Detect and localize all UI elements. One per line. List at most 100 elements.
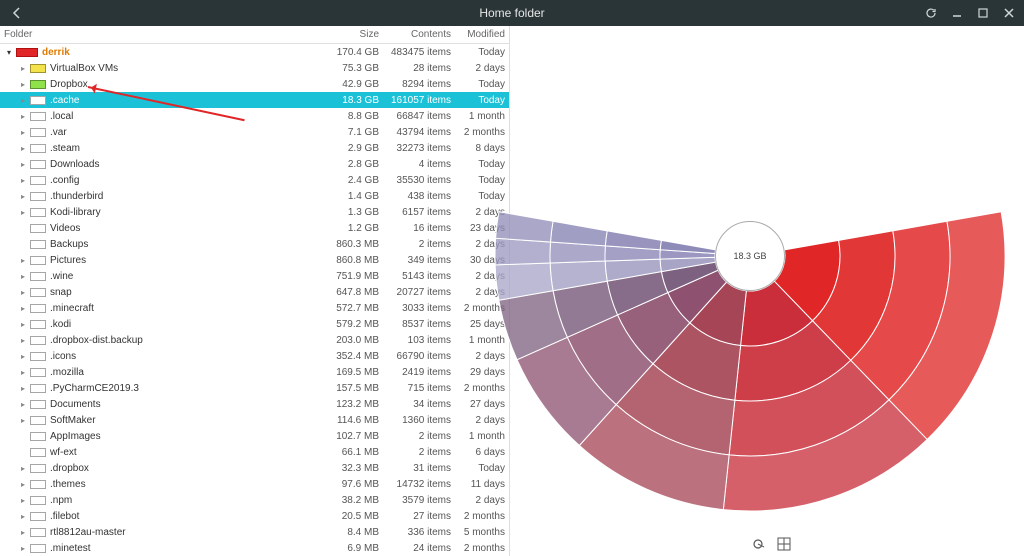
tree-row[interactable]: AppImages102.7 MB2 items1 month bbox=[0, 428, 509, 444]
tree-row[interactable]: ▸.var7.1 GB43794 items2 months bbox=[0, 124, 509, 140]
expander-icon[interactable] bbox=[18, 447, 28, 457]
tree-row[interactable]: ▸.wine751.9 MB5143 items2 days bbox=[0, 268, 509, 284]
sunburst-segment[interactable] bbox=[605, 231, 661, 250]
expander-icon[interactable]: ▸ bbox=[18, 127, 28, 137]
expander-icon[interactable]: ▸ bbox=[18, 271, 28, 281]
expander-icon[interactable]: ▸ bbox=[18, 527, 28, 537]
tree-row[interactable]: ▸.config2.4 GB35530 itemsToday bbox=[0, 172, 509, 188]
columns-header[interactable]: Folder Size Contents Modified bbox=[0, 26, 509, 44]
color-swatch bbox=[30, 304, 46, 313]
tree-row[interactable]: ▸.dropbox32.3 MB31 itemsToday bbox=[0, 460, 509, 476]
tree-row[interactable]: ▸.thunderbird1.4 GB438 itemsToday bbox=[0, 188, 509, 204]
folder-size: 6.9 MB bbox=[327, 543, 385, 554]
col-folder-header[interactable]: Folder bbox=[0, 29, 327, 40]
color-swatch bbox=[30, 368, 46, 377]
folder-contents: 2 items bbox=[385, 239, 457, 250]
expander-icon[interactable]: ▸ bbox=[18, 255, 28, 265]
tree-row[interactable]: ▸rtl8812au-master8.4 MB336 items5 months bbox=[0, 524, 509, 540]
expander-icon[interactable]: ▸ bbox=[18, 111, 28, 121]
folder-contents: 2 items bbox=[385, 431, 457, 442]
folder-name: .wine bbox=[50, 271, 327, 282]
tree-row[interactable]: ▸Kodi-library1.3 GB6157 items2 days bbox=[0, 204, 509, 220]
expander-icon[interactable]: ▸ bbox=[18, 207, 28, 217]
tree-row[interactable]: ▸SoftMaker114.6 MB1360 items2 days bbox=[0, 412, 509, 428]
folder-tree-pane: Folder Size Contents Modified ▾ derrik 1… bbox=[0, 26, 510, 556]
treemap-chart-icon[interactable] bbox=[776, 536, 792, 552]
folder-size: 157.5 MB bbox=[327, 383, 385, 394]
folder-size: 1.4 GB bbox=[327, 191, 385, 202]
tree-row[interactable]: ▸.cache18.3 GB161057 itemsToday bbox=[0, 92, 509, 108]
expander-icon[interactable]: ▸ bbox=[18, 159, 28, 169]
tree-row[interactable]: Videos1.2 GB16 items23 days bbox=[0, 220, 509, 236]
tree-row[interactable]: ▸Downloads2.8 GB4 itemsToday bbox=[0, 156, 509, 172]
expander-icon[interactable]: ▸ bbox=[18, 175, 28, 185]
back-button[interactable] bbox=[8, 4, 26, 22]
tree-row[interactable]: ▸VirtualBox VMs75.3 GB28 items2 days bbox=[0, 60, 509, 76]
expander-icon[interactable]: ▸ bbox=[18, 95, 28, 105]
folder-size: 8.8 GB bbox=[327, 111, 385, 122]
expander-icon[interactable]: ▸ bbox=[18, 399, 28, 409]
folder-contents: 1360 items bbox=[385, 415, 457, 426]
expander-icon[interactable] bbox=[18, 239, 28, 249]
expander-icon[interactable] bbox=[18, 223, 28, 233]
sunburst-segment[interactable] bbox=[495, 238, 550, 265]
tree-row[interactable]: ▸.steam2.9 GB32273 items8 days bbox=[0, 140, 509, 156]
expander-icon[interactable]: ▸ bbox=[18, 495, 28, 505]
folder-size: 38.2 MB bbox=[327, 495, 385, 506]
color-swatch bbox=[30, 416, 46, 425]
tree-row[interactable]: ▸Dropbox42.9 GB8294 itemsToday bbox=[0, 76, 509, 92]
tree-row[interactable]: Backups860.3 MB2 items2 days bbox=[0, 236, 509, 252]
tree-row[interactable]: ▸.kodi579.2 MB8537 items25 days bbox=[0, 316, 509, 332]
tree-row[interactable]: ▸.themes97.6 MB14732 items11 days bbox=[0, 476, 509, 492]
expander-icon[interactable]: ▸ bbox=[18, 335, 28, 345]
tree-row[interactable]: wf-ext66.1 MB2 items6 days bbox=[0, 444, 509, 460]
expander-icon[interactable]: ▸ bbox=[18, 63, 28, 73]
col-contents-header[interactable]: Contents bbox=[385, 29, 457, 40]
expander-icon[interactable]: ▸ bbox=[18, 287, 28, 297]
col-size-header[interactable]: Size bbox=[327, 29, 385, 40]
expander-icon[interactable]: ▸ bbox=[18, 319, 28, 329]
ring-chart-icon[interactable] bbox=[750, 536, 766, 552]
tree-row[interactable]: ▸Documents123.2 MB34 items27 days bbox=[0, 396, 509, 412]
tree-row[interactable]: ▸.minetest6.9 MB24 items2 months bbox=[0, 540, 509, 556]
color-swatch bbox=[30, 96, 46, 105]
color-swatch bbox=[30, 112, 46, 121]
tree-row[interactable]: ▸.minecraft572.7 MB3033 items2 months bbox=[0, 300, 509, 316]
expander-icon[interactable]: ▸ bbox=[18, 511, 28, 521]
chart-mode-toggle bbox=[750, 536, 792, 552]
sunburst-segment[interactable] bbox=[496, 212, 553, 242]
tree-row[interactable]: ▸.npm38.2 MB3579 items2 days bbox=[0, 492, 509, 508]
expander-icon[interactable]: ▸ bbox=[18, 383, 28, 393]
folder-size: 102.7 MB bbox=[327, 431, 385, 442]
folder-tree[interactable]: ▾ derrik 170.4 GB 483475 items Today ▸Vi… bbox=[0, 44, 509, 556]
folder-size: 2.8 GB bbox=[327, 159, 385, 170]
expander-icon[interactable]: ▸ bbox=[18, 303, 28, 313]
tree-row[interactable]: ▸.local8.8 GB66847 items1 month bbox=[0, 108, 509, 124]
expander-icon[interactable]: ▸ bbox=[18, 543, 28, 553]
expander-icon[interactable]: ▸ bbox=[18, 415, 28, 425]
tree-row[interactable]: ▸.mozilla169.5 MB2419 items29 days bbox=[0, 364, 509, 380]
tree-row[interactable]: ▸snap647.8 MB20727 items2 days bbox=[0, 284, 509, 300]
tree-row[interactable]: ▸.filebot20.5 MB27 items2 months bbox=[0, 508, 509, 524]
expander-icon[interactable]: ▸ bbox=[18, 479, 28, 489]
folder-contents: 8294 items bbox=[385, 79, 457, 90]
sunburst-segment[interactable] bbox=[550, 221, 607, 246]
tree-row[interactable]: ▸.icons352.4 MB66790 items2 days bbox=[0, 348, 509, 364]
tree-root-row[interactable]: ▾ derrik 170.4 GB 483475 items Today bbox=[0, 44, 509, 60]
folder-contents: 24 items bbox=[385, 543, 457, 554]
expander-icon[interactable]: ▸ bbox=[18, 79, 28, 89]
tree-row[interactable]: ▸Pictures860.8 MB349 items30 days bbox=[0, 252, 509, 268]
expander-icon[interactable]: ▸ bbox=[18, 367, 28, 377]
expander-icon[interactable]: ▾ bbox=[4, 47, 14, 57]
expander-icon[interactable]: ▸ bbox=[18, 463, 28, 473]
tree-row[interactable]: ▸.PyCharmCE2019.3157.5 MB715 items2 mont… bbox=[0, 380, 509, 396]
expander-icon[interactable] bbox=[18, 431, 28, 441]
expander-icon[interactable]: ▸ bbox=[18, 351, 28, 361]
tree-row[interactable]: ▸.dropbox-dist.backup203.0 MB103 items1 … bbox=[0, 332, 509, 348]
expander-icon[interactable]: ▸ bbox=[18, 143, 28, 153]
folder-size: 18.3 GB bbox=[327, 95, 385, 106]
folder-modified: 2 months bbox=[457, 543, 509, 554]
expander-icon[interactable]: ▸ bbox=[18, 191, 28, 201]
sunburst-chart[interactable]: 18.3 GB bbox=[750, 256, 1024, 556]
folder-size: 170.4 GB bbox=[327, 47, 385, 58]
